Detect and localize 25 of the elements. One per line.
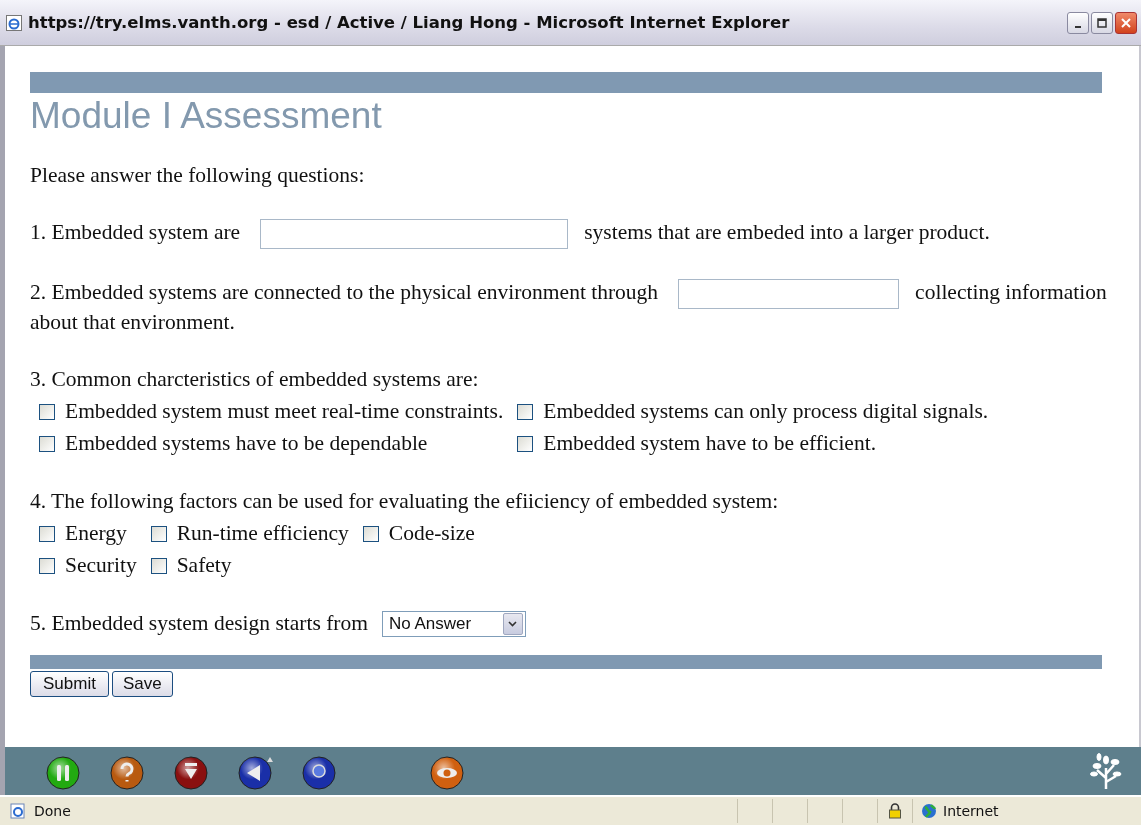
question-text: 5. Embedded system design starts from xyxy=(30,610,368,638)
submit-button[interactable]: Submit xyxy=(30,671,109,698)
save-button[interactable]: Save xyxy=(111,671,173,698)
option-label: Embedded systems can only process digital signals. xyxy=(543,399,989,425)
option-label: Embedded system must meet real-time constraints. xyxy=(65,399,504,425)
option-label: Embedded systems have to be dependable xyxy=(65,431,428,457)
option-label: Run-time efficiency xyxy=(176,521,349,547)
status-text: Done xyxy=(34,803,72,819)
question-text: collecting information xyxy=(915,280,1107,305)
question-text: 2. Embedded systems are connected to the physical environment through xyxy=(30,280,659,305)
option-label: Security xyxy=(65,553,137,579)
option-label: Safety xyxy=(176,553,232,579)
window-title: https://try.elms.vanth.org - esd / Active / Liang Hong - Microsoft Internet Explorer xyxy=(28,13,791,32)
option-label: Embedded system have to be efficient. xyxy=(543,431,876,457)
option-label: Code-size xyxy=(388,521,475,547)
security-zone-text: Internet xyxy=(943,803,999,819)
question-text: 3. Common charcteristics of embedded systems are: xyxy=(30,367,479,392)
question-text: systems that are embeded into a larger product. xyxy=(584,220,990,244)
instructions-text: Please answer the following questions: xyxy=(30,162,366,189)
page-heading: Module I Assessment xyxy=(30,95,383,137)
answer-dropdown[interactable]: No Answer xyxy=(382,610,526,637)
question-text: 1. Embedded system are xyxy=(30,220,241,244)
question-text: 4. The following factors can be used for evaluating the efiiciency of embedded system: xyxy=(30,489,779,514)
option-label: Energy xyxy=(65,521,127,547)
question-text: about that environment. xyxy=(30,310,235,335)
